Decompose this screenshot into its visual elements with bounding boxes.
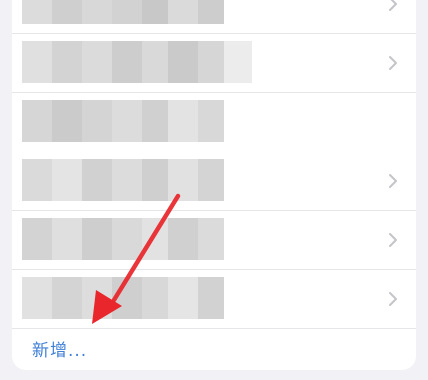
chevron-right-icon: [388, 173, 398, 189]
chevron-right-icon: [388, 291, 398, 307]
add-new-link[interactable]: 新增...: [32, 336, 87, 361]
list-item[interactable]: [12, 33, 416, 93]
chevron-right-icon: [388, 0, 398, 12]
chevron-right-icon: [388, 55, 398, 71]
list-item[interactable]: [12, 151, 416, 211]
chevron-right-icon: [388, 232, 398, 248]
list-item[interactable]: [12, 210, 416, 270]
list-item[interactable]: [12, 92, 416, 151]
pixelated-label: [22, 41, 252, 83]
pixelated-label: [22, 0, 224, 24]
pixelated-label: [22, 277, 224, 319]
pixelated-label: [22, 159, 224, 201]
list-item[interactable]: [12, 0, 416, 34]
pixelated-label: [22, 100, 224, 142]
pixelated-label: [22, 218, 224, 260]
list-item[interactable]: [12, 269, 416, 329]
